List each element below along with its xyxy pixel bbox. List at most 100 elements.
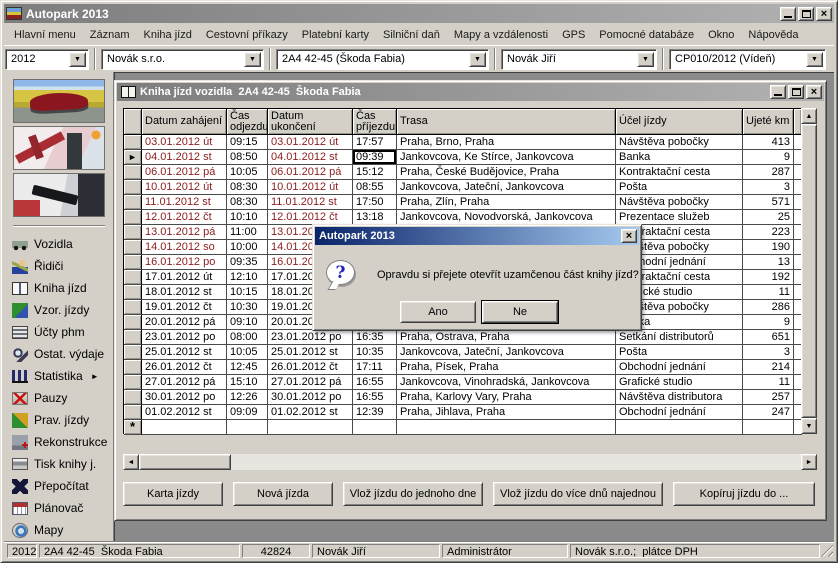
cell-route[interactable]: Praha, Brno, Praha xyxy=(397,135,616,150)
cell-km[interactable]: 571 xyxy=(743,195,794,210)
cell-start[interactable]: 17.01.2012 út xyxy=(142,270,227,285)
table-row[interactable]: 12.01.2012 čt10:1012.01.2012 čt13:18Jank… xyxy=(124,210,801,225)
sidebar-item-tisk-knihy-j[interactable]: Tisk knihy j. xyxy=(4,453,113,475)
cell-arr[interactable]: 16:35 xyxy=(353,330,397,345)
cell-end[interactable]: 04.01.2012 st xyxy=(268,150,353,165)
cell-arr[interactable]: 10:35 xyxy=(353,345,397,360)
cell-end[interactable]: 23.01.2012 po xyxy=(268,330,353,345)
main-titlebar[interactable]: Autopark 2013 × xyxy=(4,4,834,23)
cell-km[interactable]: 9 xyxy=(743,315,794,330)
cell-route[interactable]: Praha, Jihlava, Praha xyxy=(397,405,616,420)
cell-km[interactable]: 247 xyxy=(743,405,794,420)
cell-dep[interactable]: 12:45 xyxy=(227,360,268,375)
vertical-scroll-thumb[interactable] xyxy=(801,124,817,418)
cell-purpose[interactable]: Návštěva pobočky xyxy=(616,135,743,150)
cell-purpose[interactable]: Grafické studio xyxy=(616,375,743,390)
yes-button[interactable]: Ano xyxy=(400,301,476,323)
cell-route[interactable]: Praha, Karlovy Vary, Praha xyxy=(397,390,616,405)
cell-start[interactable]: 16.01.2012 po xyxy=(142,255,227,270)
vehicle-combo[interactable]: 2A4 42-45 (Škoda Fabia)▼ xyxy=(276,49,489,70)
cell-start[interactable]: 25.01.2012 st xyxy=(142,345,227,360)
cell-purpose[interactable]: Obchodní jednání xyxy=(616,360,743,375)
vertical-scrollbar[interactable]: ▲ ▼ xyxy=(801,108,817,434)
cell-purpose[interactable]: Banka xyxy=(616,150,743,165)
horizontal-scroll-track[interactable] xyxy=(231,454,801,470)
table-row[interactable]: 26.01.2012 čt12:4526.01.2012 čt17:11Prah… xyxy=(124,360,801,375)
cell-arr[interactable]: 13:18 xyxy=(353,210,397,225)
child-maximize-button[interactable] xyxy=(788,85,804,99)
sidebar-item-ostat-vydaje[interactable]: Ostat. výdaje xyxy=(4,343,113,365)
cell-dep[interactable]: 12:26 xyxy=(227,390,268,405)
cell-route[interactable]: Jankovcova, Vinohradská, Jankovcova xyxy=(397,375,616,390)
cell-start[interactable]: 03.01.2012 út xyxy=(142,135,227,150)
cell-km[interactable]: 190 xyxy=(743,240,794,255)
cell-empty[interactable] xyxy=(227,420,268,435)
cell-empty[interactable] xyxy=(397,420,616,435)
menu-item-platebni-karty[interactable]: Platební karty xyxy=(295,27,376,43)
cell-route[interactable]: Jankovcova, Jateční, Jankovcova xyxy=(397,345,616,360)
cell-end[interactable]: 11.01.2012 st xyxy=(268,195,353,210)
close-button[interactable]: × xyxy=(816,7,832,21)
row-marker[interactable] xyxy=(124,405,142,420)
chevron-down-icon[interactable]: ▼ xyxy=(69,52,86,67)
menu-item-zaznam[interactable]: Záznam xyxy=(83,27,137,43)
cell-route[interactable]: Praha, Zlín, Praha xyxy=(397,195,616,210)
sidebar-item-rekonstrukce[interactable]: Rekonstrukce xyxy=(4,431,113,453)
scroll-up-button[interactable]: ▲ xyxy=(801,108,817,124)
table-row[interactable]: 11.01.2012 st08:3011.01.2012 st17:50Prah… xyxy=(124,195,801,210)
table-row[interactable]: 23.01.2012 po08:0023.01.2012 po16:35Prah… xyxy=(124,330,801,345)
cell-end[interactable]: 01.02.2012 st xyxy=(268,405,353,420)
child-minimize-button[interactable] xyxy=(770,85,786,99)
minimize-button[interactable] xyxy=(780,7,796,21)
menu-item-okno[interactable]: Okno xyxy=(701,27,741,43)
cell-start[interactable]: 23.01.2012 po xyxy=(142,330,227,345)
cell-km[interactable]: 25 xyxy=(743,210,794,225)
cell-dep[interactable]: 10:30 xyxy=(227,300,268,315)
cell-km[interactable]: 9 xyxy=(743,150,794,165)
table-row[interactable]: 25.01.2012 st10:0525.01.2012 st10:35Jank… xyxy=(124,345,801,360)
menu-item-mapy-a-vzdalenosti[interactable]: Mapy a vzdálenosti xyxy=(447,27,555,43)
chevron-down-icon[interactable]: ▼ xyxy=(244,52,261,67)
cell-dep[interactable]: 08:30 xyxy=(227,180,268,195)
cell-empty[interactable] xyxy=(743,420,794,435)
cell-empty[interactable] xyxy=(616,420,743,435)
cell-km[interactable]: 13 xyxy=(743,255,794,270)
cell-route[interactable]: Jankovcova, Jateční, Jankovcova xyxy=(397,180,616,195)
row-marker[interactable] xyxy=(124,165,142,180)
sidebar-item-ridici[interactable]: Řidiči xyxy=(4,255,113,277)
cell-start[interactable]: 19.01.2012 čt xyxy=(142,300,227,315)
cell-km[interactable]: 3 xyxy=(743,180,794,195)
trip-card-button[interactable]: Karta jízdy xyxy=(123,482,223,506)
cell-route[interactable]: Praha, Ostrava, Praha xyxy=(397,330,616,345)
menu-item-pomocne-databaze[interactable]: Pomocné databáze xyxy=(592,27,701,43)
cell-empty[interactable] xyxy=(142,420,227,435)
cell-arr[interactable]: 16:55 xyxy=(353,375,397,390)
row-marker[interactable] xyxy=(124,180,142,195)
menu-item-kniha-jizd[interactable]: Kniha jízd xyxy=(137,27,199,43)
dialog-titlebar[interactable]: Autopark 2013 × xyxy=(315,227,639,245)
row-marker[interactable] xyxy=(124,135,142,150)
cell-end[interactable]: 26.01.2012 čt xyxy=(268,360,353,375)
scroll-left-button[interactable]: ◄ xyxy=(123,454,139,470)
cell-dep[interactable]: 10:15 xyxy=(227,285,268,300)
cell-dep[interactable]: 10:00 xyxy=(227,240,268,255)
cell-dep[interactable]: 09:15 xyxy=(227,135,268,150)
cell-start[interactable]: 13.01.2012 pá xyxy=(142,225,227,240)
cell-km[interactable]: 223 xyxy=(743,225,794,240)
menu-item-silnicni-dan[interactable]: Silniční daň xyxy=(376,27,447,43)
row-marker[interactable] xyxy=(124,345,142,360)
sidebar-item-statistika[interactable]: Statistika► xyxy=(4,365,113,387)
cell-purpose[interactable]: Návštěva distributora xyxy=(616,390,743,405)
row-marker[interactable] xyxy=(124,195,142,210)
cell-start[interactable]: 14.01.2012 so xyxy=(142,240,227,255)
cell-dep[interactable]: 08:50 xyxy=(227,150,268,165)
row-marker[interactable] xyxy=(124,300,142,315)
cell-dep[interactable]: 09:35 xyxy=(227,255,268,270)
cell-km[interactable]: 3 xyxy=(743,345,794,360)
sidebar-item-pauzy[interactable]: Pauzy xyxy=(4,387,113,409)
row-marker[interactable] xyxy=(124,375,142,390)
table-row[interactable]: 06.01.2012 pá10:0506.01.2012 pá15:12Prah… xyxy=(124,165,801,180)
cell-start[interactable]: 10.01.2012 út xyxy=(142,180,227,195)
cell-arr[interactable]: 17:50 xyxy=(353,195,397,210)
cell-start[interactable]: 01.02.2012 st xyxy=(142,405,227,420)
